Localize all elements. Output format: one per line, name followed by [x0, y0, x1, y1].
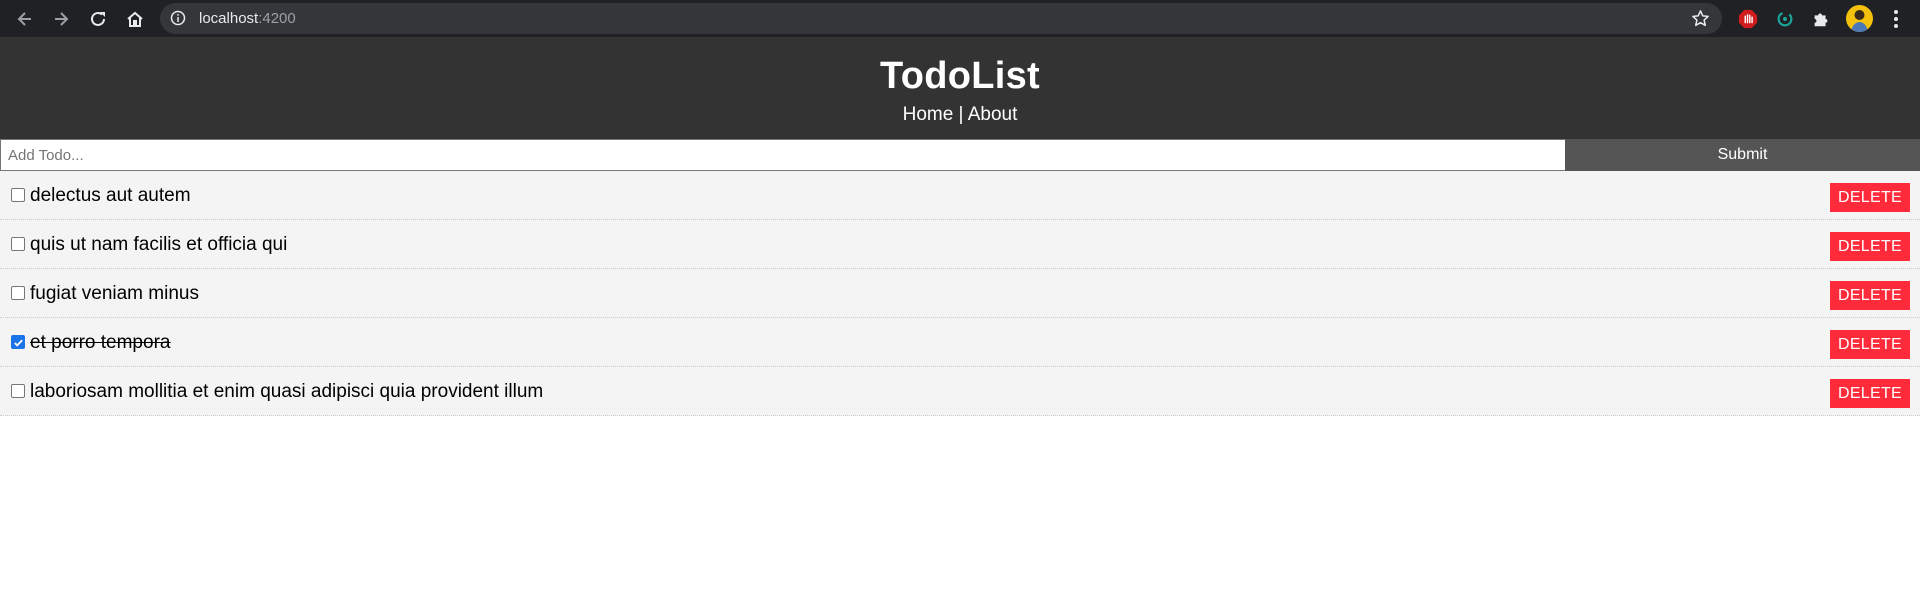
- todo-checkbox[interactable]: [11, 286, 25, 300]
- url-host: localhost: [199, 10, 259, 27]
- nav-home-link[interactable]: Home: [903, 104, 954, 125]
- extensions-puzzle-icon[interactable]: [1810, 8, 1832, 30]
- app-nav: Home | About: [0, 104, 1920, 126]
- todo-item: delectus aut autem DELETE: [0, 171, 1920, 220]
- todo-checkbox[interactable]: [11, 188, 25, 202]
- todo-item: et porro tempora DELETE: [0, 318, 1920, 367]
- todo-item: laboriosam mollitia et enim quasi adipis…: [0, 367, 1920, 416]
- page-title: TodoList: [880, 55, 1040, 97]
- address-bar[interactable]: localhost:4200: [160, 3, 1722, 34]
- home-icon[interactable]: [120, 4, 150, 34]
- todo-list: delectus aut autem DELETE quis ut nam faci…: [0, 171, 1920, 416]
- browser-toolbar: localhost:4200: [0, 0, 1920, 37]
- todo-checkbox[interactable]: [11, 384, 25, 398]
- extension-stop-icon[interactable]: [1737, 8, 1759, 30]
- profile-avatar[interactable]: [1846, 5, 1873, 32]
- submit-button[interactable]: Submit: [1565, 139, 1920, 171]
- nav-separator: |: [953, 104, 968, 125]
- url-port: :4200: [258, 10, 296, 27]
- info-icon[interactable]: [170, 10, 186, 26]
- delete-button[interactable]: DELETE: [1830, 183, 1910, 212]
- todo-checkbox[interactable]: [11, 237, 25, 251]
- delete-button[interactable]: DELETE: [1830, 281, 1910, 310]
- todo-title: quis ut nam facilis et officia qui: [30, 234, 288, 255]
- reload-icon[interactable]: [83, 4, 113, 34]
- delete-button[interactable]: DELETE: [1830, 330, 1910, 359]
- todo-title: laboriosam mollitia et enim quasi adipis…: [30, 381, 544, 402]
- todo-title: fugiat veniam minus: [30, 283, 199, 304]
- back-icon[interactable]: [10, 4, 40, 34]
- todo-title: delectus aut autem: [30, 185, 191, 206]
- menu-kebab-icon[interactable]: [1886, 8, 1906, 30]
- app-header: TodoList Home | About: [0, 37, 1920, 139]
- todo-item: quis ut nam facilis et officia qui DELETE: [0, 220, 1920, 269]
- add-todo-form: Submit: [0, 139, 1920, 171]
- delete-button[interactable]: DELETE: [1830, 232, 1910, 261]
- todo-item: fugiat veniam minus DELETE: [0, 269, 1920, 318]
- star-icon[interactable]: [1691, 9, 1710, 28]
- url-text: localhost:4200: [199, 10, 296, 27]
- forward-icon[interactable]: [46, 4, 76, 34]
- todo-checkbox[interactable]: [11, 335, 25, 349]
- nav-about-link[interactable]: About: [968, 104, 1018, 125]
- extension-sync-icon[interactable]: [1774, 8, 1796, 30]
- add-todo-input[interactable]: [0, 139, 1565, 171]
- todo-title: et porro tempora: [30, 332, 171, 353]
- delete-button[interactable]: DELETE: [1830, 379, 1910, 408]
